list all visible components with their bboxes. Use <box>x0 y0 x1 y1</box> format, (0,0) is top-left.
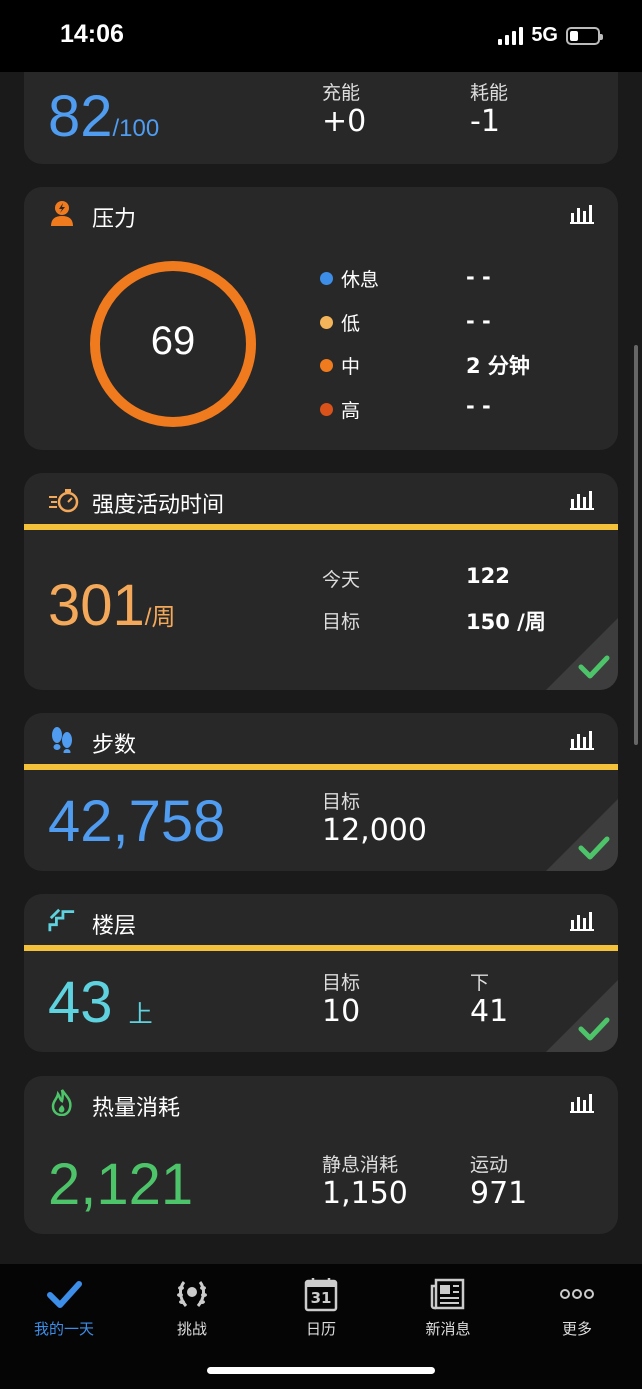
charge-label: 充能 <box>322 82 361 104</box>
medium-dot-icon <box>320 359 333 372</box>
active-label: 运动 <box>470 1154 509 1176</box>
body-battery-card[interactable]: 82/100 充能 +0 耗能 -1 <box>24 72 618 164</box>
calendar-day: 31 <box>310 1289 332 1307</box>
stress-title: 压力 <box>92 207 137 232</box>
calories-title: 热量消耗 <box>92 1096 181 1121</box>
calendar-icon: 31 <box>303 1276 339 1312</box>
status-bar: 14:06 5G <box>0 0 642 72</box>
legend-medium: 中 <box>320 352 360 379</box>
calories-card[interactable]: 热量消耗 2,121 静息消耗 1,150 运动 971 <box>24 1076 618 1234</box>
today-label: 今天 <box>322 569 361 591</box>
check-icon <box>47 1281 82 1308</box>
chart-bars-icon[interactable] <box>570 490 594 510</box>
laurel-icon <box>177 1281 207 1307</box>
floors-down-value: 41 <box>470 994 509 1029</box>
network-type: 5G <box>531 24 558 46</box>
today-value: 122 <box>466 564 510 588</box>
goal-check-icon <box>578 836 610 860</box>
charge-value: +0 <box>322 104 367 139</box>
chart-bars-icon[interactable] <box>570 730 594 750</box>
goal-value: 150 /周 <box>466 610 546 634</box>
home-indicator[interactable] <box>207 1367 435 1374</box>
drain-label: 耗能 <box>470 82 509 104</box>
stress-card[interactable]: 压力 69 休息 - - 低 - - 中 2 分钟 高 - - <box>24 187 618 450</box>
tab-more[interactable]: 更多 <box>532 1276 622 1339</box>
intensity-unit: /周 <box>144 604 176 631</box>
tab-calendar[interactable]: 31 日历 <box>276 1276 366 1339</box>
chart-bars-icon[interactable] <box>570 911 594 931</box>
floors-divider <box>24 945 618 951</box>
scrollbar[interactable] <box>634 345 638 745</box>
tab-challenges[interactable]: 挑战 <box>147 1276 237 1339</box>
floors-title: 楼层 <box>92 914 137 939</box>
intensity-divider <box>24 524 618 530</box>
status-icons: 5G <box>498 24 603 47</box>
steps-goal-label: 目标 <box>322 791 361 813</box>
rest-dot-icon <box>320 272 333 285</box>
battery-icon <box>566 26 603 45</box>
status-time: 14:06 <box>60 20 124 48</box>
stress-score: 69 <box>150 319 196 363</box>
body-battery-value: 82/100 <box>48 84 160 149</box>
resting-label: 静息消耗 <box>322 1154 399 1176</box>
steps-header: 步数 <box>24 713 618 767</box>
more-icon <box>560 1289 594 1299</box>
floors-header: 楼层 <box>24 894 618 948</box>
body-battery-unit: /100 <box>112 115 160 142</box>
tab-my-day[interactable]: 我的一天 <box>19 1276 109 1339</box>
steps-value: 42,758 <box>48 789 226 854</box>
tab-news[interactable]: 新消息 <box>403 1276 493 1339</box>
resting-value: 1,150 <box>322 1176 408 1211</box>
floors-down-label: 下 <box>470 972 490 994</box>
goal-check-icon <box>578 1017 610 1041</box>
legend-rest: 休息 <box>320 265 379 292</box>
stairs-icon <box>48 908 75 932</box>
high-value: - - <box>466 394 491 418</box>
low-value: - - <box>466 309 491 333</box>
chart-bars-icon[interactable] <box>570 1093 594 1113</box>
active-value: 971 <box>470 1176 528 1211</box>
intensity-title: 强度活动时间 <box>92 493 225 518</box>
intensity-header: 强度活动时间 <box>24 473 618 527</box>
intensity-card[interactable]: 强度活动时间 301/周 今天 122 目标 150 /周 <box>24 473 618 690</box>
footsteps-icon <box>52 727 72 753</box>
high-dot-icon <box>320 403 333 416</box>
intensity-value: 301/周 <box>48 573 176 638</box>
rest-value: - - <box>466 265 491 289</box>
floors-card[interactable]: 楼层 43 上 目标 10 下 41 <box>24 894 618 1052</box>
calories-header: 热量消耗 <box>24 1076 618 1130</box>
stress-person-icon <box>51 201 73 226</box>
flame-icon <box>51 1089 72 1116</box>
steps-divider <box>24 764 618 770</box>
signal-icon <box>498 26 524 45</box>
daily-scroll-view[interactable]: 82/100 充能 +0 耗能 -1 压力 69 休息 - - 低 - - 中 … <box>0 72 642 1264</box>
floors-value: 43 上 <box>48 970 153 1035</box>
goal-label: 目标 <box>322 611 361 633</box>
low-dot-icon <box>320 316 333 329</box>
legend-low: 低 <box>320 309 360 336</box>
chart-bars-icon[interactable] <box>570 204 594 224</box>
steps-title: 步数 <box>92 733 137 758</box>
steps-goal-value: 12,000 <box>322 813 427 848</box>
news-icon <box>430 1278 465 1310</box>
legend-high: 高 <box>320 396 360 423</box>
floors-goal-label: 目标 <box>322 972 361 994</box>
drain-value: -1 <box>470 104 500 139</box>
medium-value: 2 分钟 <box>466 354 530 378</box>
floors-goal-value: 10 <box>322 994 361 1029</box>
steps-card[interactable]: 步数 42,758 目标 12,000 <box>24 713 618 871</box>
goal-check-icon <box>578 655 610 679</box>
floors-unit: 上 <box>128 1001 153 1028</box>
calories-value: 2,121 <box>48 1152 194 1217</box>
stopwatch-icon <box>49 489 79 513</box>
stress-header: 压力 <box>24 187 618 241</box>
